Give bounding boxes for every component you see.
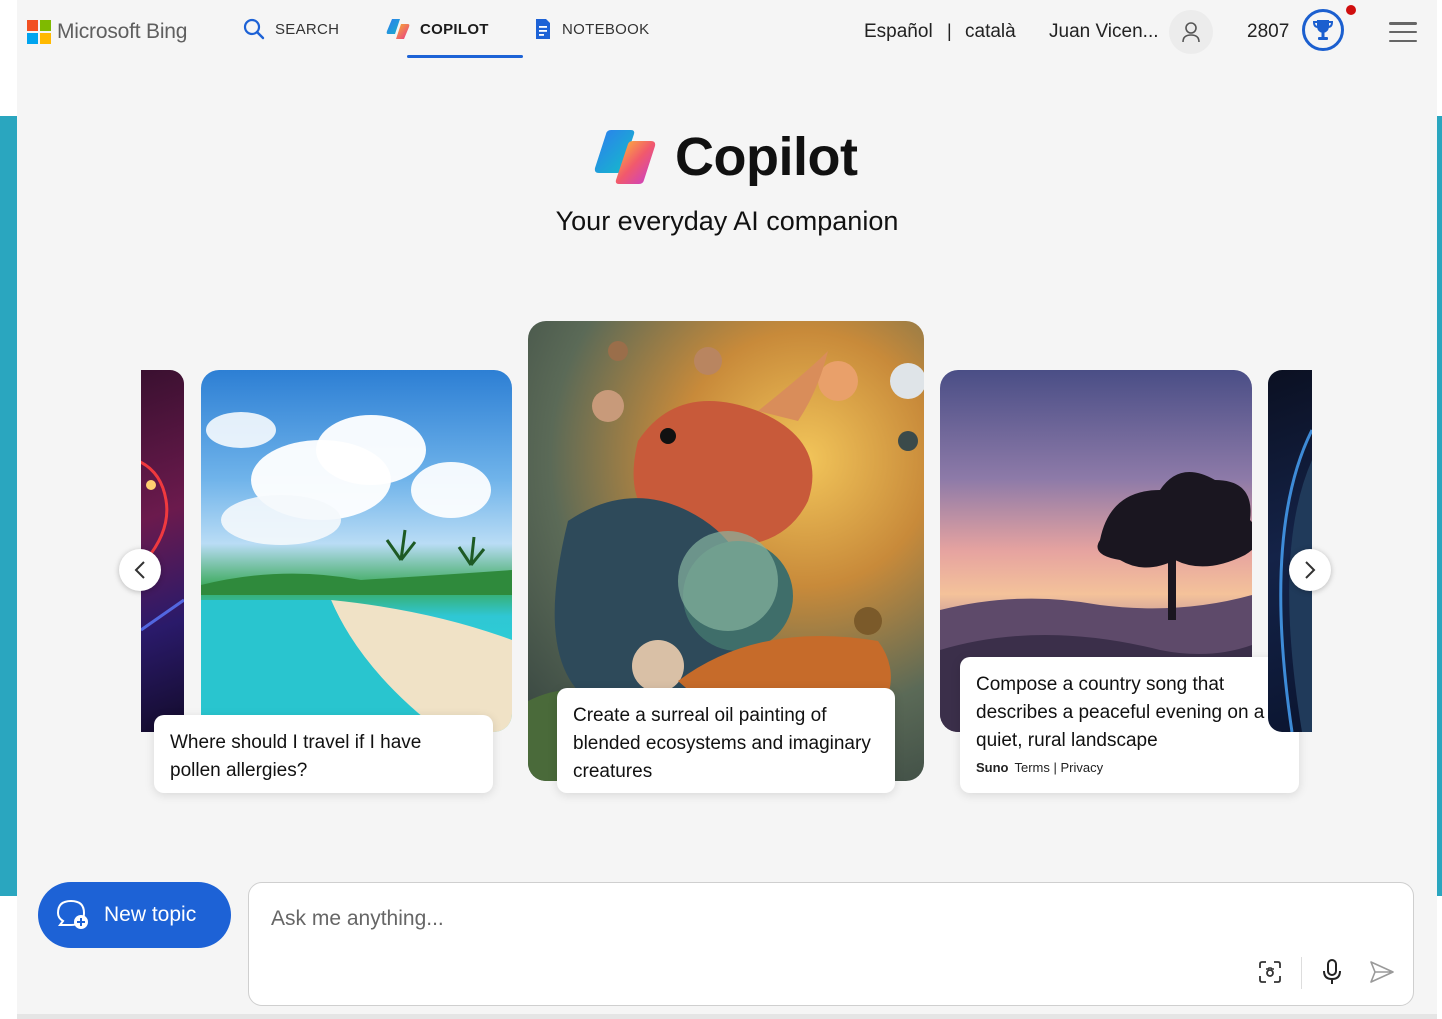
page: Microsoft Bing SEARCH COPILOT NOTEBOOK E…	[17, 0, 1437, 1019]
bing-logo[interactable]: Microsoft Bing	[27, 20, 187, 44]
nav-search-label: SEARCH	[275, 20, 340, 38]
microphone-icon	[1323, 959, 1341, 984]
logo-text: Microsoft Bing	[57, 20, 188, 43]
carousel-caption-song[interactable]: Compose a country song that describes a …	[960, 657, 1299, 793]
user-icon	[1182, 22, 1200, 43]
chat-input[interactable]	[269, 901, 1173, 937]
visual-search-button[interactable]	[1255, 957, 1285, 987]
send-button[interactable]	[1367, 957, 1397, 987]
trophy-icon	[1312, 20, 1334, 40]
terms-privacy-links[interactable]: Terms | Privacy	[1015, 760, 1104, 775]
nav-copilot-label: COPILOT	[420, 20, 489, 38]
bottom-edge	[17, 1014, 1437, 1019]
active-tab-indicator	[407, 55, 523, 58]
hero-title: Copilot	[593, 126, 858, 188]
avatar[interactable]	[1169, 10, 1213, 54]
language-link-catala[interactable]: català	[965, 21, 1016, 43]
carousel-card-beach[interactable]	[201, 370, 512, 732]
chevron-right-icon	[1305, 561, 1316, 579]
tropical-beach-image	[201, 412, 512, 732]
right-edge-strip	[1437, 116, 1442, 896]
nav-search[interactable]: SEARCH	[243, 18, 339, 40]
menu-icon	[1389, 22, 1417, 25]
carousel-caption-painting[interactable]: Create a surreal oil painting of blended…	[557, 688, 895, 793]
new-topic-label: New topic	[104, 903, 197, 926]
send-icon	[1370, 961, 1394, 983]
nav-notebook[interactable]: NOTEBOOK	[534, 18, 649, 40]
carousel-prev-button[interactable]	[119, 549, 161, 591]
language-separator: |	[947, 21, 952, 41]
nav-notebook-label: NOTEBOOK	[562, 20, 650, 38]
toolbar-divider	[1301, 957, 1302, 989]
camera-scan-icon	[1259, 961, 1281, 983]
left-edge-strip	[0, 116, 17, 896]
provider-line: Suno Terms | Privacy	[976, 759, 1283, 777]
page-subtitle: Your everyday AI companion	[555, 206, 899, 236]
voice-input-button[interactable]	[1317, 957, 1347, 987]
carousel-caption-travel[interactable]: Where should I travel if I have pollen a…	[154, 715, 493, 793]
rewards-points[interactable]: 2807	[1247, 21, 1289, 43]
chevron-left-icon	[134, 561, 145, 579]
menu-button[interactable]	[1389, 22, 1417, 42]
microsoft-logo-icon	[27, 20, 51, 44]
page-title: Copilot	[675, 127, 858, 187]
notebook-icon	[536, 19, 550, 39]
top-bar: Microsoft Bing SEARCH COPILOT NOTEBOOK E…	[17, 0, 1437, 64]
prompt-text: Where should I travel if I have pollen a…	[170, 732, 422, 781]
rewards-button[interactable]	[1302, 9, 1344, 51]
new-chat-icon	[56, 899, 88, 929]
provider-name: Suno	[976, 760, 1009, 775]
copilot-icon	[386, 19, 410, 39]
carousel-next-button[interactable]	[1289, 549, 1331, 591]
new-topic-button[interactable]: New topic	[38, 882, 231, 948]
chat-input-container	[248, 882, 1414, 1006]
prompt-text: Create a surreal oil painting of blended…	[573, 705, 871, 782]
prompt-text: Compose a country song that describes a …	[976, 674, 1265, 751]
notification-dot	[1346, 5, 1356, 15]
language-link-espanol[interactable]: Español	[864, 21, 933, 43]
user-name[interactable]: Juan Vicen...	[1049, 21, 1159, 43]
search-icon	[243, 18, 265, 40]
copilot-logo-icon	[594, 130, 656, 184]
nav-copilot[interactable]: COPILOT	[386, 18, 489, 40]
